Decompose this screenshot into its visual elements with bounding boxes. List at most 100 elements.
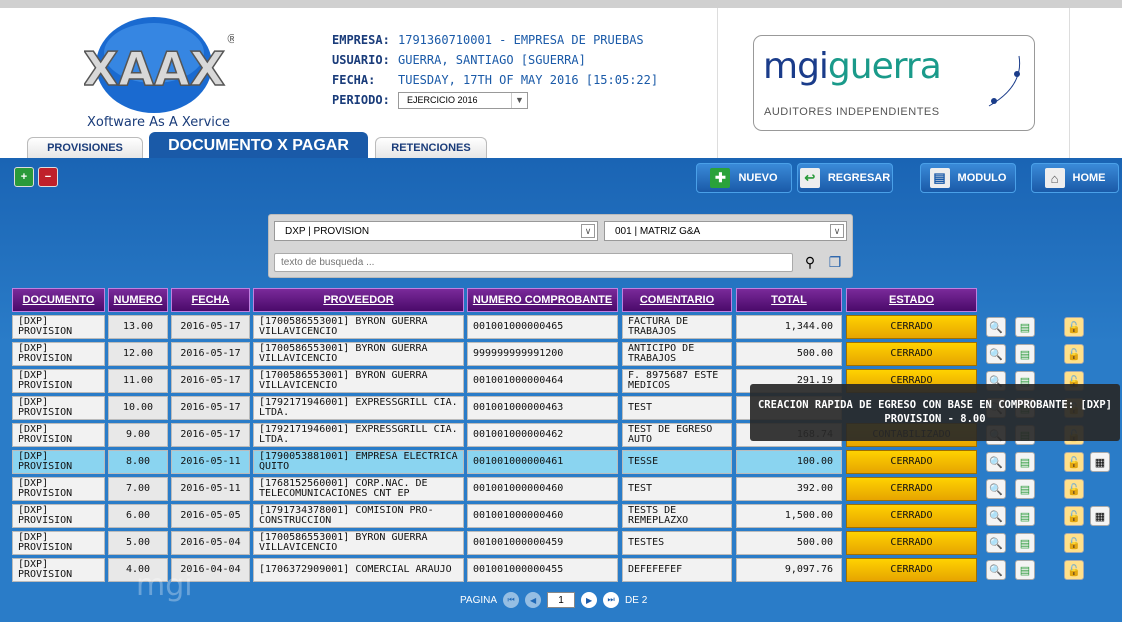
tooltip: CREACION RAPIDA DE EGRESO CON BASE EN CO… bbox=[750, 384, 1120, 441]
status-badge: CERRADO bbox=[846, 450, 977, 474]
status-badge: CERRADO bbox=[846, 342, 977, 366]
back-arrow-icon: ↩ bbox=[799, 168, 820, 188]
table-cell: 2016-05-17 bbox=[171, 369, 250, 393]
tipo-select[interactable]: DXP | PROVISION ∨ bbox=[274, 221, 598, 241]
table-cell: [1700586553001] BYRON GUERRA VILLAVICENC… bbox=[253, 315, 464, 339]
copy-icon[interactable]: ❐ bbox=[826, 253, 844, 271]
quick-egreso-icon[interactable]: ▦ bbox=[1090, 452, 1110, 472]
chevron-down-icon: ▼ bbox=[511, 92, 527, 108]
table-cell: TEST bbox=[622, 396, 732, 420]
tab-retenciones[interactable]: RETENCIONES bbox=[375, 137, 487, 158]
usuario-label: USUARIO: bbox=[332, 53, 390, 67]
column-header[interactable]: COMENTARIO bbox=[622, 288, 732, 312]
column-header[interactable]: NUMERO COMPROBANTE bbox=[467, 288, 618, 312]
top-strip bbox=[0, 0, 1122, 8]
header: XAAX ® Xoftware As A Xervice EMPRESA: 179… bbox=[0, 8, 1122, 159]
periodo-select[interactable]: EJERCICIO 2016 ▼ bbox=[398, 91, 528, 109]
table-cell: 11.00 bbox=[108, 369, 168, 393]
sucursal-select[interactable]: 001 | MATRIZ G&A ∨ bbox=[604, 221, 847, 241]
shield-add-icon[interactable]: + bbox=[14, 167, 34, 187]
svg-text:®: ® bbox=[226, 32, 234, 46]
tab-documento-x-pagar[interactable]: DOCUMENTO X PAGAR bbox=[149, 132, 368, 159]
view-icon[interactable]: 🔍 bbox=[986, 560, 1006, 580]
table-cell: [1792171946001] EXPRESSGRILL CIA. LTDA. bbox=[253, 423, 464, 447]
table-cell: 1,500.00 bbox=[736, 504, 842, 528]
column-header[interactable]: FECHA bbox=[171, 288, 250, 312]
tab-provisiones[interactable]: PROVISIONES bbox=[27, 137, 143, 158]
table-cell: 100.00 bbox=[736, 450, 842, 474]
table-cell: 12.00 bbox=[108, 342, 168, 366]
table-cell: 2016-05-11 bbox=[171, 450, 250, 474]
window-icon: ▤ bbox=[929, 168, 950, 188]
document-add-icon[interactable]: ▤ bbox=[1015, 560, 1035, 580]
column-header[interactable]: ESTADO bbox=[846, 288, 977, 312]
pagination: PAGINA ⏮ ◀ 1 ▶ ⏭ DE 2 bbox=[460, 592, 647, 608]
binoculars-icon[interactable]: ⚲ bbox=[801, 253, 819, 271]
first-page-icon[interactable]: ⏮ bbox=[503, 592, 520, 608]
table-cell: 001001000000455 bbox=[467, 558, 618, 582]
nuevo-button[interactable]: ✚ NUEVO bbox=[696, 163, 792, 193]
table-cell: TESTS DE REMEPLAZXO bbox=[622, 504, 732, 528]
last-page-icon[interactable]: ⏭ bbox=[603, 592, 620, 608]
table-cell: 001001000000465 bbox=[467, 315, 618, 339]
view-icon[interactable]: 🔍 bbox=[986, 533, 1006, 553]
home-button[interactable]: ⌂ HOME bbox=[1031, 163, 1119, 193]
view-icon[interactable]: 🔍 bbox=[986, 452, 1006, 472]
nuevo-label: NUEVO bbox=[738, 172, 778, 184]
unlock-icon[interactable]: 🔓 bbox=[1064, 533, 1084, 553]
status-badge: CERRADO bbox=[846, 315, 977, 339]
session-info: EMPRESA: 1791360710001 - EMPRESA DE PRUEB… bbox=[332, 30, 658, 110]
column-header[interactable]: NUMERO bbox=[108, 288, 168, 312]
table-cell: 6.00 bbox=[108, 504, 168, 528]
table-cell: [1700586553001] BYRON GUERRA VILLAVICENC… bbox=[253, 369, 464, 393]
document-add-icon[interactable]: ▤ bbox=[1015, 317, 1035, 337]
document-add-icon[interactable]: ▤ bbox=[1015, 506, 1035, 526]
status-badge: CERRADO bbox=[846, 477, 977, 501]
table-cell: TESSE bbox=[622, 450, 732, 474]
unlock-icon[interactable]: 🔓 bbox=[1064, 344, 1084, 364]
table-cell: 001001000000461 bbox=[467, 450, 618, 474]
document-add-icon[interactable]: ▤ bbox=[1015, 344, 1035, 364]
watermark-logo: mgi bbox=[136, 568, 193, 603]
modulo-button[interactable]: ▤ MODULO bbox=[920, 163, 1016, 193]
next-page-icon[interactable]: ▶ bbox=[581, 592, 598, 608]
table-cell: 001001000000460 bbox=[467, 504, 618, 528]
table-cell: [1706372909001] COMERCIAL ARAUJO bbox=[253, 558, 464, 582]
table-cell: 7.00 bbox=[108, 477, 168, 501]
brand-panel: mgiguerra AUDITORES INDEPENDIENTES bbox=[717, 8, 1070, 158]
column-header[interactable]: PROVEEDOR bbox=[253, 288, 464, 312]
home-icon: ⌂ bbox=[1044, 168, 1065, 188]
document-add-icon[interactable]: ▤ bbox=[1015, 452, 1035, 472]
table-cell: [1700586553001] BYRON GUERRA VILLAVICENC… bbox=[253, 342, 464, 366]
unlock-icon[interactable]: 🔓 bbox=[1064, 317, 1084, 337]
prev-page-icon[interactable]: ◀ bbox=[525, 592, 542, 608]
view-icon[interactable]: 🔍 bbox=[986, 506, 1006, 526]
table-cell: 001001000000464 bbox=[467, 369, 618, 393]
document-add-icon[interactable]: ▤ bbox=[1015, 533, 1035, 553]
unlock-icon[interactable]: 🔓 bbox=[1064, 479, 1084, 499]
status-badge: CERRADO bbox=[846, 504, 977, 528]
filter-panel: DXP | PROVISION ∨ 001 | MATRIZ G&A ∨ ⚲ ❐ bbox=[268, 214, 853, 278]
empresa-value: 1791360710001 - EMPRESA DE PRUEBAS bbox=[398, 33, 644, 47]
regresar-button[interactable]: ↩ REGRESAR bbox=[797, 163, 893, 193]
search-input[interactable] bbox=[274, 253, 793, 272]
column-header[interactable]: TOTAL bbox=[736, 288, 842, 312]
column-header[interactable]: DOCUMENTO bbox=[12, 288, 105, 312]
unlock-icon[interactable]: 🔓 bbox=[1064, 560, 1084, 580]
quick-egreso-icon[interactable]: ▦ bbox=[1090, 506, 1110, 526]
pager-total: DE 2 bbox=[625, 594, 648, 606]
view-icon[interactable]: 🔍 bbox=[986, 344, 1006, 364]
table-cell: 001001000000463 bbox=[467, 396, 618, 420]
shield-remove-icon[interactable]: − bbox=[38, 167, 58, 187]
page-input[interactable]: 1 bbox=[547, 592, 576, 608]
tipo-value: DXP | PROVISION bbox=[285, 225, 370, 237]
view-icon[interactable]: 🔍 bbox=[986, 317, 1006, 337]
table-cell: 9.00 bbox=[108, 423, 168, 447]
usuario-value: GUERRA, SANTIAGO [SGUERRA] bbox=[398, 53, 586, 67]
unlock-icon[interactable]: 🔓 bbox=[1064, 452, 1084, 472]
unlock-icon[interactable]: 🔓 bbox=[1064, 506, 1084, 526]
table-cell: [1768152560001] CORP.NAC. DE TELECOMUNIC… bbox=[253, 477, 464, 501]
view-icon[interactable]: 🔍 bbox=[986, 479, 1006, 499]
document-add-icon[interactable]: ▤ bbox=[1015, 479, 1035, 499]
table-cell: 13.00 bbox=[108, 315, 168, 339]
